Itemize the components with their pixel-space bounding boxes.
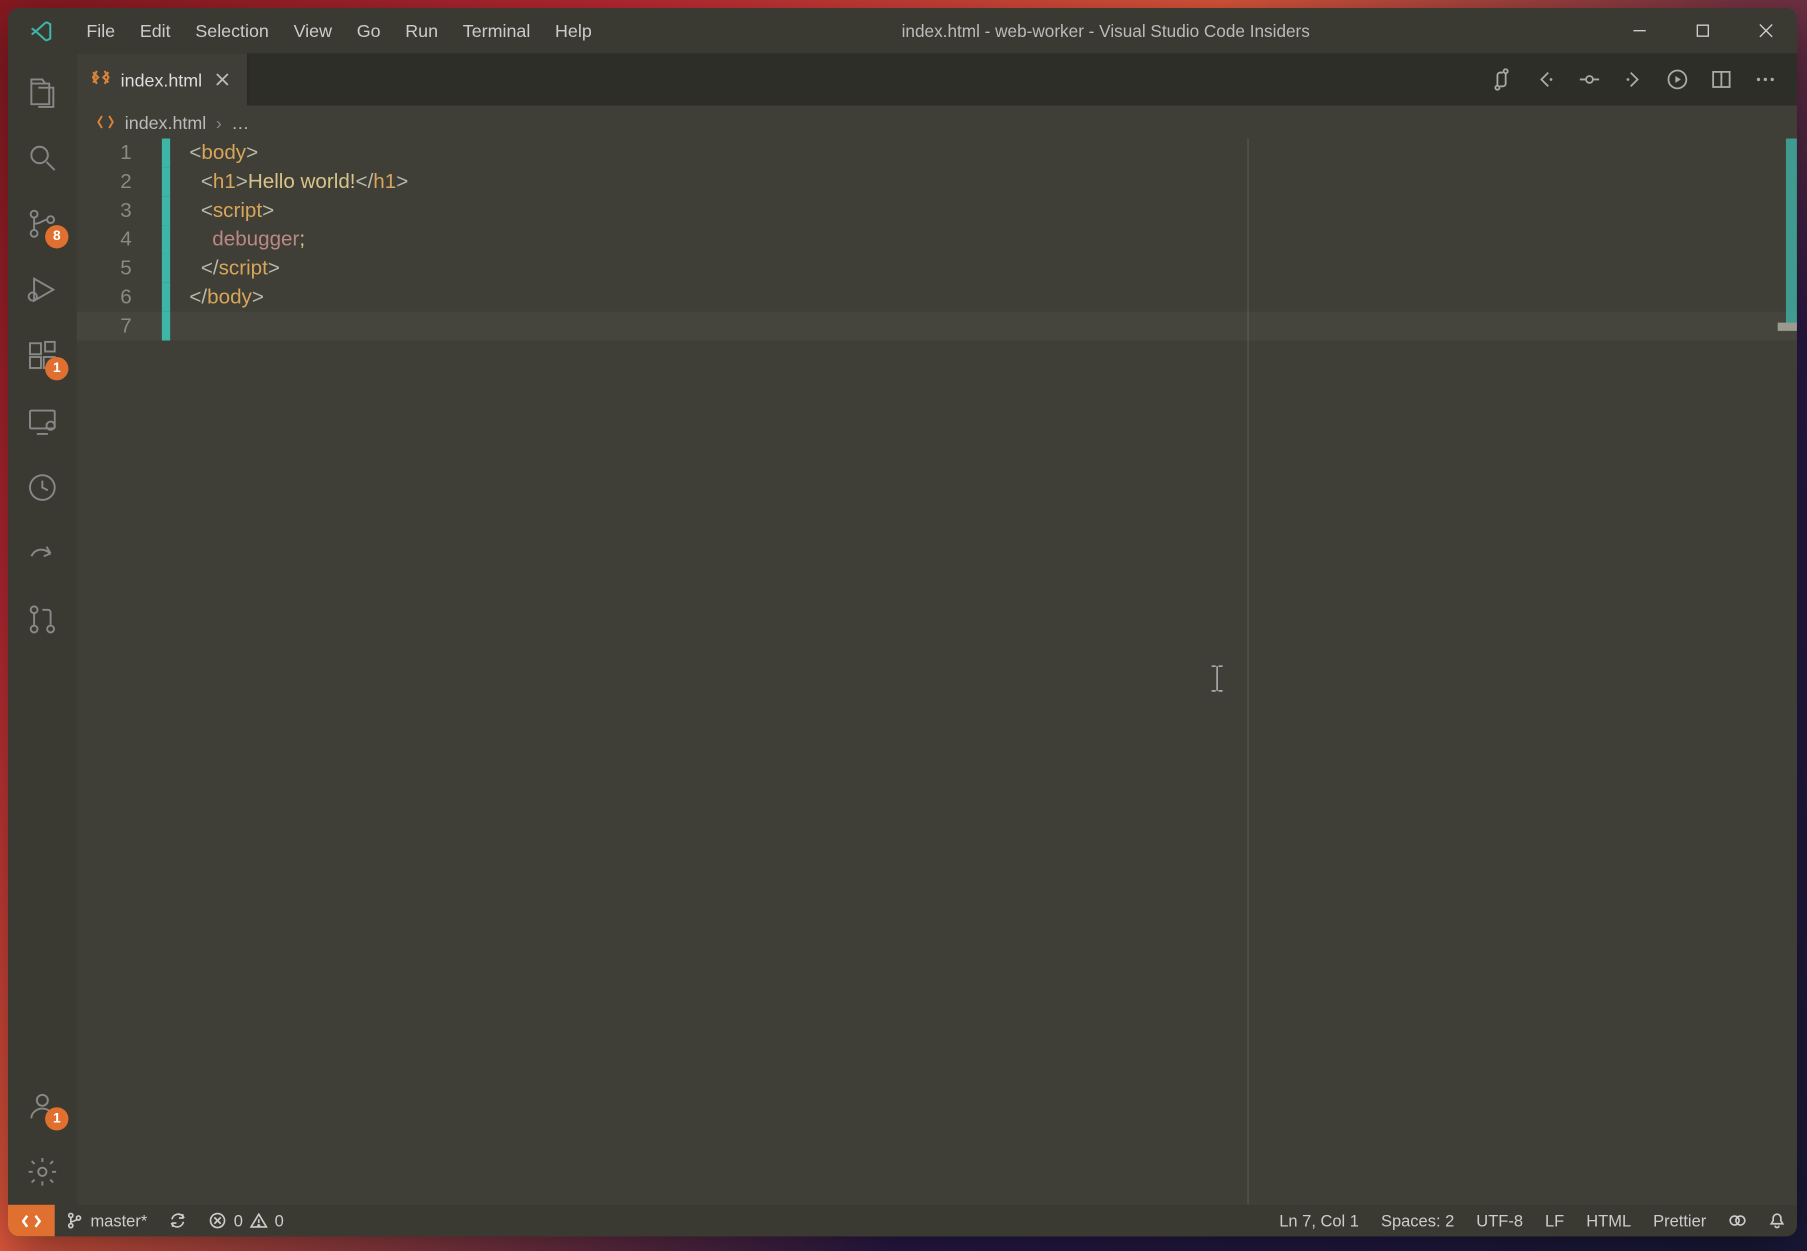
- code-content[interactable]: <h1>Hello world!</h1>: [189, 167, 408, 196]
- account-badge: 1: [45, 1107, 68, 1130]
- menu-bar: File Edit Selection View Go Run Terminal…: [74, 8, 604, 53]
- menu-run[interactable]: Run: [393, 8, 451, 53]
- go-forward-icon[interactable]: [1616, 62, 1652, 98]
- html-file-icon: [96, 112, 115, 131]
- close-button[interactable]: [1734, 8, 1797, 53]
- git-pr-icon[interactable]: [8, 586, 77, 652]
- menu-file[interactable]: File: [74, 8, 128, 53]
- split-editor-icon[interactable]: [1704, 62, 1740, 98]
- maximize-button[interactable]: [1671, 8, 1734, 53]
- line-number: 2: [77, 167, 162, 196]
- git-gutter: [162, 225, 170, 254]
- problems-status[interactable]: 0 0: [198, 1205, 295, 1237]
- run-file-icon[interactable]: [1660, 62, 1696, 98]
- git-gutter: [162, 283, 170, 312]
- menu-view[interactable]: View: [281, 8, 344, 53]
- settings-gear-icon[interactable]: [8, 1139, 77, 1205]
- minimize-button[interactable]: [1607, 8, 1670, 53]
- breadcrumb-more[interactable]: …: [231, 112, 249, 133]
- extensions-badge: 1: [45, 357, 68, 380]
- formatter-status[interactable]: Prettier: [1642, 1205, 1717, 1237]
- scm-badge: 8: [45, 225, 68, 248]
- code-line[interactable]: 2 <h1>Hello world!</h1>: [77, 167, 1797, 196]
- remote-indicator[interactable]: [8, 1205, 55, 1237]
- title-bar: File Edit Selection View Go Run Terminal…: [8, 8, 1797, 53]
- eol-status[interactable]: LF: [1534, 1205, 1575, 1237]
- notifications-bell-icon[interactable]: [1757, 1205, 1797, 1237]
- code-line[interactable]: 5 </script>: [77, 254, 1797, 283]
- indentation-status[interactable]: Spaces: 2: [1370, 1205, 1465, 1237]
- feedback-icon[interactable]: [1717, 1205, 1757, 1237]
- html-file-icon: [90, 67, 111, 92]
- status-bar: master* 0 0 Ln 7, Col 1 Spaces: 2 UTF-8 …: [8, 1205, 1797, 1237]
- code-line[interactable]: 1 <body>: [77, 139, 1797, 168]
- line-number: 7: [77, 312, 162, 341]
- code-content[interactable]: </script>: [189, 254, 280, 283]
- editor-group: index.html index.html › …: [77, 53, 1797, 1204]
- explorer-icon[interactable]: [8, 59, 77, 125]
- search-icon[interactable]: [8, 125, 77, 191]
- editor-actions: [1470, 53, 1797, 105]
- sync-button[interactable]: [158, 1205, 198, 1237]
- code-line[interactable]: 3 <script>: [77, 196, 1797, 225]
- git-gutter: [162, 196, 170, 225]
- git-gutter: [162, 312, 170, 341]
- commit-node-icon[interactable]: [1572, 62, 1608, 98]
- timeline-icon[interactable]: [8, 455, 77, 521]
- vscode-window: File Edit Selection View Go Run Terminal…: [8, 8, 1797, 1236]
- breadcrumb-file[interactable]: index.html: [125, 112, 206, 133]
- minimap-slider[interactable]: [1786, 139, 1797, 329]
- editor-tabs: index.html: [77, 53, 1797, 105]
- git-gutter: [162, 139, 170, 168]
- code-content[interactable]: </body>: [189, 283, 264, 312]
- run-debug-icon[interactable]: [8, 257, 77, 323]
- go-back-icon[interactable]: [1528, 62, 1564, 98]
- account-icon[interactable]: 1: [8, 1073, 77, 1139]
- code-line[interactable]: 4 debugger;: [77, 225, 1797, 254]
- text-cursor-icon: [1208, 663, 1227, 700]
- minimap[interactable]: [1778, 139, 1797, 1205]
- git-branch[interactable]: master*: [55, 1205, 159, 1237]
- source-control-icon[interactable]: 8: [8, 191, 77, 257]
- remote-explorer-icon[interactable]: [8, 389, 77, 455]
- language-mode[interactable]: HTML: [1575, 1205, 1642, 1237]
- more-actions-icon[interactable]: [1747, 62, 1783, 98]
- code-line[interactable]: 6 </body>: [77, 283, 1797, 312]
- menu-selection[interactable]: Selection: [183, 8, 281, 53]
- line-number: 6: [77, 283, 162, 312]
- menu-go[interactable]: Go: [344, 8, 393, 53]
- code-content[interactable]: debugger;: [189, 225, 305, 254]
- line-number: 1: [77, 139, 162, 168]
- menu-edit[interactable]: Edit: [127, 8, 183, 53]
- code-content[interactable]: <body>: [189, 139, 258, 168]
- menu-terminal[interactable]: Terminal: [450, 8, 542, 53]
- minimap-mark: [1778, 323, 1797, 331]
- breadcrumbs[interactable]: index.html › …: [77, 106, 1797, 139]
- cursor-position[interactable]: Ln 7, Col 1: [1268, 1205, 1370, 1237]
- window-title: index.html - web-worker - Visual Studio …: [604, 21, 1607, 40]
- code-content[interactable]: <script>: [189, 196, 274, 225]
- encoding-status[interactable]: UTF-8: [1465, 1205, 1534, 1237]
- line-number: 3: [77, 196, 162, 225]
- activity-bar: 8 1 1: [8, 53, 77, 1204]
- tab-close-icon[interactable]: [212, 68, 234, 90]
- text-editor[interactable]: 1<body>2 <h1>Hello world!</h1>3 <script>…: [77, 139, 1797, 1205]
- live-share-icon[interactable]: [8, 521, 77, 587]
- git-gutter: [162, 167, 170, 196]
- git-gutter: [162, 254, 170, 283]
- code-line[interactable]: 7: [77, 312, 1797, 341]
- tab-label: index.html: [121, 69, 202, 90]
- chevron-right-icon: ›: [216, 112, 222, 133]
- line-number: 5: [77, 254, 162, 283]
- toggle-changes-icon[interactable]: [1484, 62, 1520, 98]
- line-number: 4: [77, 225, 162, 254]
- app-logo: [8, 18, 74, 43]
- window-controls: [1607, 8, 1797, 53]
- tab-index-html[interactable]: index.html: [77, 53, 249, 105]
- extensions-icon[interactable]: 1: [8, 323, 77, 389]
- menu-help[interactable]: Help: [543, 8, 604, 53]
